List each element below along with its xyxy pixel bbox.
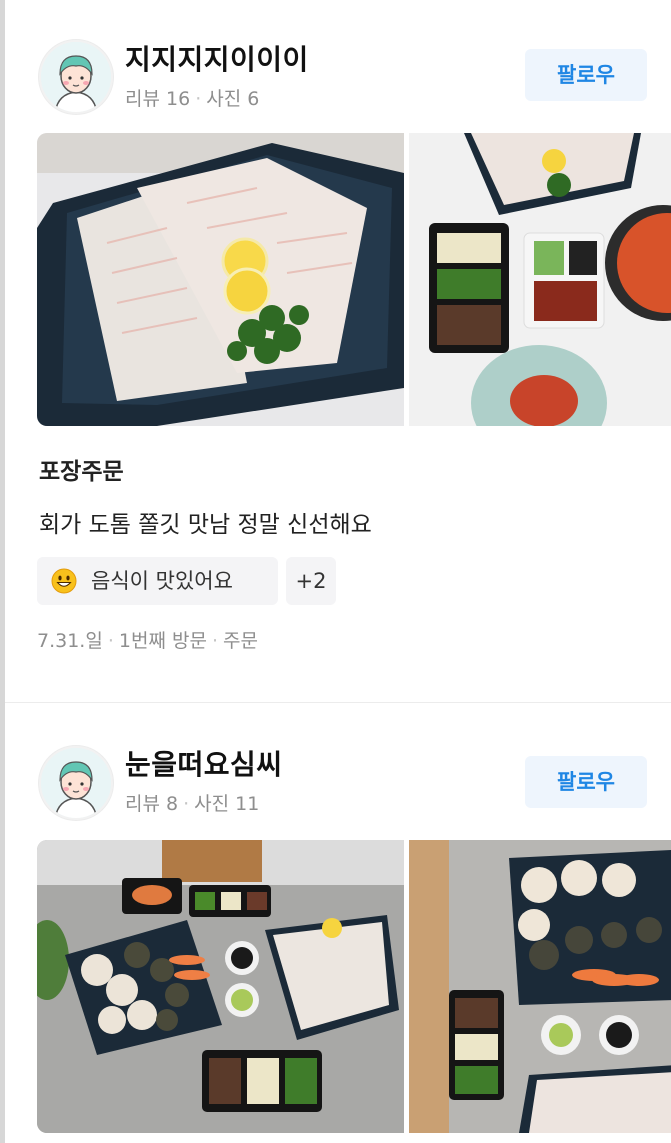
review-photo[interactable] <box>37 133 404 426</box>
follow-button[interactable]: 팔로우 <box>525 756 647 808</box>
review-photo-carousel[interactable] <box>37 840 671 1133</box>
avatar-illustration <box>41 42 111 112</box>
avatar-illustration <box>41 748 111 818</box>
visit-count: 1번째 방문 <box>118 630 207 652</box>
visit-type: 주문 <box>222 630 258 652</box>
review-feed: 지지지지이이이 리뷰 16 · 사진 6 팔로우 포장주문 회가 도톰 쫄깃 맛… <box>0 0 671 1143</box>
photo-count-label: 사진 <box>194 793 230 815</box>
photo-count: 11 <box>235 793 260 815</box>
profile-avatar[interactable] <box>39 40 113 114</box>
separator-dot: · <box>183 793 190 815</box>
review-count-label: 리뷰 <box>125 793 160 815</box>
reviewer-nickname[interactable]: 지지지지이이이 <box>125 38 309 78</box>
visit-date: 7.31.일 <box>37 630 103 652</box>
photo-count: 6 <box>247 88 260 110</box>
separator-dot: · <box>107 630 114 652</box>
separator-dot: · <box>211 630 218 652</box>
seafood-spread-photo <box>37 840 404 1133</box>
visit-info: 7.31.일 · 1번째 방문 · 주문 <box>37 626 258 653</box>
side-dishes-photo <box>409 133 671 426</box>
review-photo-carousel[interactable] <box>37 133 671 426</box>
sashimi-platter-photo <box>37 133 404 426</box>
review-count: 16 <box>166 88 191 110</box>
reviewer-stats: 리뷰 8 · 사진 11 <box>125 789 259 816</box>
more-tags-button[interactable]: +2 <box>286 557 336 605</box>
review-photo[interactable] <box>409 840 671 1133</box>
scallop-tray-photo <box>409 840 671 1133</box>
review-photo[interactable] <box>37 840 404 1133</box>
review-keyword-tag[interactable]: 음식이 맛있어요 <box>37 557 278 605</box>
review-photo[interactable] <box>409 133 671 426</box>
reviewer-nickname[interactable]: 눈을떠요심씨 <box>125 743 283 783</box>
review-body-text[interactable]: 회가 도톰 쫄깃 맛남 정말 신선해요 <box>39 505 372 539</box>
profile-avatar[interactable] <box>39 746 113 820</box>
review-count: 8 <box>166 793 179 815</box>
tag-label: 음식이 맛있어요 <box>91 569 233 593</box>
follow-button[interactable]: 팔로우 <box>525 49 647 101</box>
photo-count-label: 사진 <box>206 88 242 110</box>
review-divider <box>5 702 671 703</box>
smiley-emoji-icon <box>51 568 77 594</box>
review-count-label: 리뷰 <box>125 88 160 110</box>
reviewer-stats: 리뷰 16 · 사진 6 <box>125 84 259 111</box>
order-type: 포장주문 <box>39 459 124 485</box>
separator-dot: · <box>195 88 202 110</box>
